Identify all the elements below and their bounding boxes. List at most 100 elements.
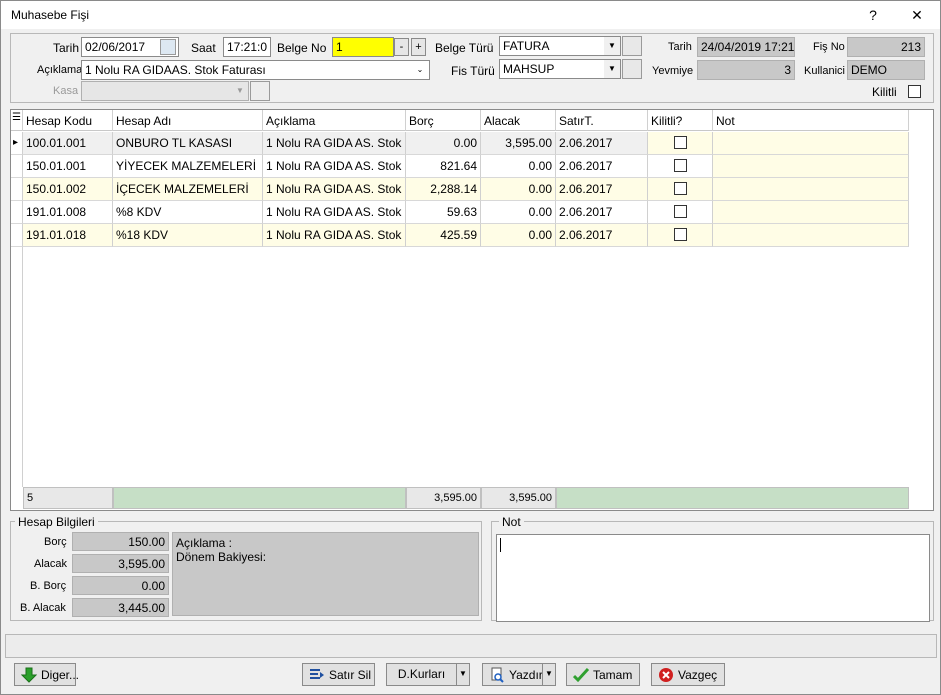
row-tarih-cell[interactable]: 2.06.2017 (556, 224, 648, 247)
row-tarih-cell[interactable]: 2.06.2017 (556, 178, 648, 201)
belgeturu-lookup-icon[interactable] (622, 36, 642, 56)
row-indicator[interactable] (11, 201, 23, 224)
row-kilitli-checkbox[interactable] (673, 159, 687, 172)
row-kilitli-cell[interactable] (648, 155, 713, 178)
diger-button[interactable]: Diger... (14, 663, 79, 686)
table-row[interactable]: 150.01.001 YİYECEK MALZEMELERİ 1 Nolu RA G… (11, 155, 909, 178)
row-tarih-cell[interactable]: 2.06.2017 (556, 155, 648, 178)
help-button[interactable]: ? (858, 3, 888, 27)
aciklama-combo[interactable]: 1 Nolu RA GIDAAS. Stok Faturası (81, 60, 430, 80)
fisturu-select[interactable]: MAHSUP (499, 59, 621, 79)
belgeno-field[interactable]: 1 (332, 37, 394, 57)
row-kilitli-cell[interactable] (648, 178, 713, 201)
row-kod-cell[interactable]: 150.01.001 (23, 155, 113, 178)
row-alacak-cell[interactable]: 0.00 (481, 178, 556, 201)
row-ad-cell[interactable]: İÇECEK MALZEMELERİ (113, 178, 263, 201)
kilitli-checkbox[interactable] (908, 85, 921, 98)
kasa-dropdown-icon[interactable]: ▼ (232, 82, 248, 100)
fisturu-dropdown-icon[interactable]: ▼ (604, 60, 620, 78)
table-row[interactable]: 150.01.002 İÇECEK MALZEMELERİ 1 Nolu RA GI… (11, 178, 909, 201)
row-ad-cell[interactable]: %18 KDV (113, 224, 263, 247)
row-borc-cell[interactable]: 0.00 (406, 132, 481, 155)
table-row[interactable]: ▸ 100.01.001 ONBURO TL KASASI 1 Nolu RA GID… (11, 132, 909, 155)
down-arrow-icon (20, 667, 38, 683)
belgeno-minus-button[interactable]: - (394, 38, 409, 56)
col-kilitli[interactable]: Kilitli? (648, 110, 713, 131)
aciklama-dropdown-icon[interactable]: ⌄ (412, 61, 428, 79)
vazgec-button[interactable]: Vazgeç (651, 663, 725, 686)
belgeno-label: Belge No (277, 41, 327, 55)
row-kilitli-checkbox[interactable] (673, 205, 687, 218)
dkurlari-dropdown-icon[interactable]: ▼ (456, 663, 470, 686)
table-row[interactable]: 191.01.018 %18 KDV 1 Nolu RA GIDA AS. Stok… (11, 224, 909, 247)
row-not-cell[interactable] (713, 155, 909, 178)
row-not-cell[interactable] (713, 201, 909, 224)
col-not[interactable]: Not (713, 110, 909, 131)
col-borc[interactable]: Borç (406, 110, 481, 131)
fisturu-lookup-icon[interactable] (622, 59, 642, 79)
kasa-combo[interactable] (81, 81, 249, 101)
row-kilitli-checkbox[interactable] (673, 136, 687, 149)
row-indicator[interactable] (11, 155, 23, 178)
row-indicator[interactable]: ▸ (11, 132, 23, 155)
col-hesap-adi[interactable]: Hesap Adı (113, 110, 263, 131)
yevmiye-value: 3 (697, 60, 795, 80)
saat-field[interactable]: 17:21:0 (223, 37, 271, 57)
satir-sil-button[interactable]: Satır Sil (302, 663, 375, 686)
row-kod-cell[interactable]: 191.01.008 (23, 201, 113, 224)
aciklama-label: Açıklama (37, 64, 83, 76)
entries-grid: ☰ Hesap Kodu Hesap Adı Açıklama Borç Ala… (10, 109, 934, 511)
row-borc-cell[interactable]: 821.64 (406, 155, 481, 178)
col-alacak[interactable]: Alacak (481, 110, 556, 131)
dkurlari-button[interactable]: D.Kurları (386, 663, 457, 686)
row-aciklama-cell[interactable]: 1 Nolu RA GIDA AS. Stok (263, 155, 406, 178)
row-tarih-cell[interactable]: 2.06.2017 (556, 132, 648, 155)
row-borc-cell[interactable]: 2,288.14 (406, 178, 481, 201)
row-aciklama-cell[interactable]: 1 Nolu RA GIDA AS. Stok (263, 201, 406, 224)
row-ad-cell[interactable]: YİYECEK MALZEMELERİ (113, 155, 263, 178)
row-borc-cell[interactable]: 59.63 (406, 201, 481, 224)
row-kod-cell[interactable]: 150.01.002 (23, 178, 113, 201)
row-ad-cell[interactable]: ONBURO TL KASASI (113, 132, 263, 155)
row-tarih-cell[interactable]: 2.06.2017 (556, 201, 648, 224)
row-kilitli-checkbox[interactable] (673, 228, 687, 241)
not-textarea[interactable] (496, 534, 930, 622)
row-kod-cell[interactable]: 100.01.001 (23, 132, 113, 155)
row-kilitli-checkbox[interactable] (673, 182, 687, 195)
row-not-cell[interactable] (713, 178, 909, 201)
row-indicator[interactable] (11, 178, 23, 201)
row-not-cell[interactable] (713, 132, 909, 155)
row-alacak-cell[interactable]: 0.00 (481, 155, 556, 178)
close-button[interactable]: ✕ (902, 3, 932, 27)
row-aciklama-cell[interactable]: 1 Nolu RA GIDA AS. Stok (263, 132, 406, 155)
yazdir-dropdown-icon[interactable]: ▼ (542, 663, 556, 686)
belgeturu-select[interactable]: FATURA (499, 36, 621, 56)
title-bar: Muhasebe Fişi ? ✕ (1, 1, 940, 29)
row-borc-cell[interactable]: 425.59 (406, 224, 481, 247)
col-satirt[interactable]: SatırT. (556, 110, 648, 131)
yazdir-button[interactable]: Yazdır (482, 663, 543, 686)
row-ad-cell[interactable]: %8 KDV (113, 201, 263, 224)
belgeno-plus-button[interactable]: + (411, 38, 426, 56)
row-kilitli-cell[interactable] (648, 132, 713, 155)
row-kod-cell[interactable]: 191.01.018 (23, 224, 113, 247)
table-row[interactable]: 191.01.008 %8 KDV 1 Nolu RA GIDA AS. Stok 5… (11, 201, 909, 224)
row-alacak-cell[interactable]: 3,595.00 (481, 132, 556, 155)
hesap-borc-value: 150.00 (72, 532, 169, 551)
grid-menu-icon[interactable]: ☰ (11, 110, 23, 131)
tamam-button[interactable]: Tamam (566, 663, 640, 686)
kasa-lookup-icon[interactable] (250, 81, 270, 101)
row-aciklama-cell[interactable]: 1 Nolu RA GIDA AS. Stok (263, 224, 406, 247)
col-aciklama[interactable]: Açıklama (263, 110, 406, 131)
row-alacak-cell[interactable]: 0.00 (481, 201, 556, 224)
row-not-cell[interactable] (713, 224, 909, 247)
col-hesap-kodu[interactable]: Hesap Kodu (23, 110, 113, 131)
row-alacak-cell[interactable]: 0.00 (481, 224, 556, 247)
row-kilitli-cell[interactable] (648, 201, 713, 224)
calendar-icon[interactable] (160, 39, 176, 55)
footer-spacer-right (556, 487, 909, 509)
row-kilitli-cell[interactable] (648, 224, 713, 247)
row-indicator[interactable] (11, 224, 23, 247)
row-aciklama-cell[interactable]: 1 Nolu RA GIDA AS. Stok (263, 178, 406, 201)
belgeturu-dropdown-icon[interactable]: ▼ (604, 37, 620, 55)
